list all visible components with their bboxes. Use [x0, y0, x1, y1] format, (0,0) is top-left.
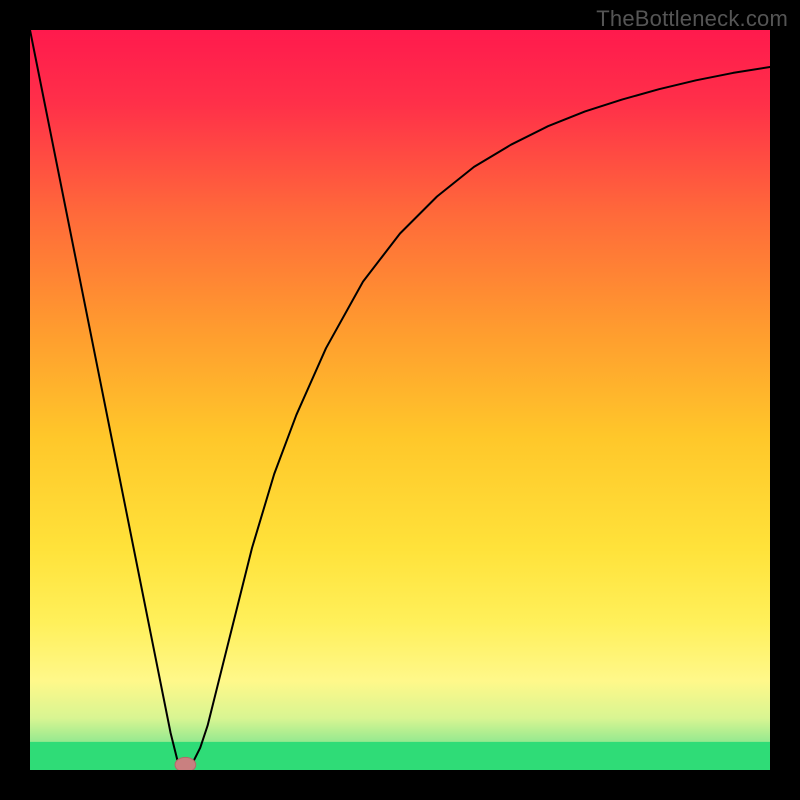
gradient-background: [30, 30, 770, 770]
chart-container: TheBottleneck.com: [0, 0, 800, 800]
plot-area: [30, 30, 770, 770]
optimum-marker: [175, 757, 196, 770]
green-band: [30, 742, 770, 770]
chart-svg: [30, 30, 770, 770]
watermark-text: TheBottleneck.com: [596, 6, 788, 32]
